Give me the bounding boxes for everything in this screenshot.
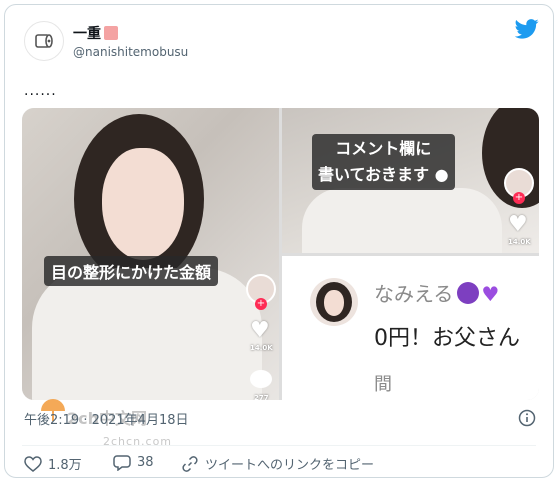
like-button[interactable]: 1.8万 bbox=[24, 454, 82, 473]
sweater-shape bbox=[32, 268, 262, 400]
handle[interactable]: @nanishitemobusu bbox=[73, 45, 188, 59]
tiktok-heart-icon: ♥ bbox=[508, 212, 528, 237]
devil-emoji-icon bbox=[457, 282, 480, 304]
face-shape bbox=[102, 148, 184, 260]
copy-link-label: ツイートへのリンクをコピー bbox=[205, 458, 375, 473]
tiktok-comment-icon bbox=[250, 370, 272, 388]
heart-icon bbox=[24, 455, 42, 472]
watermark-site: 2chcn.com bbox=[103, 435, 173, 448]
tiktok-heart-icon: ♥ bbox=[250, 318, 270, 343]
media-photo-right-bottom[interactable]: なみえる ♥ 0円！お父さん 間 bbox=[282, 256, 539, 400]
media-photo-left[interactable]: 目の整形にかけた金額 + ♥ 14.0K 277 bbox=[22, 108, 279, 400]
tiktok-follow-icon: + bbox=[255, 298, 267, 310]
divider bbox=[22, 445, 536, 446]
comment-more: 間 bbox=[374, 374, 392, 395]
info-icon[interactable] bbox=[518, 409, 536, 427]
media-photo-right-top[interactable]: コメント欄に 書いておきます ● + ♥ 14.0K bbox=[282, 108, 539, 253]
purple-heart-icon: ♥ bbox=[481, 282, 500, 306]
caption-right: コメント欄に 書いておきます ● bbox=[312, 134, 455, 190]
toilet-paper-icon bbox=[35, 34, 53, 48]
tiktok-follow-icon: + bbox=[513, 192, 525, 204]
face-shape bbox=[324, 290, 344, 316]
timestamp[interactable]: 午後2:19 · 2021年4月18日 bbox=[24, 409, 189, 428]
display-name[interactable]: 一重 bbox=[73, 23, 118, 43]
link-icon bbox=[182, 455, 198, 472]
reply-button[interactable]: 38 bbox=[113, 454, 154, 471]
twitter-bird-icon[interactable] bbox=[515, 19, 539, 39]
tiktok-like-count: 14.0K bbox=[250, 344, 273, 352]
reply-count: 38 bbox=[137, 455, 154, 470]
tweet-card: 一重 @nanishitemobusu ...... 目の整形にかけた金額 + … bbox=[4, 4, 554, 478]
tiktok-like-count: 14.0K bbox=[508, 238, 531, 246]
reply-icon bbox=[113, 455, 131, 471]
sweater-shape bbox=[302, 188, 502, 253]
person-emoji-icon bbox=[104, 26, 118, 40]
comment-avatar bbox=[310, 278, 358, 326]
like-count: 1.8万 bbox=[48, 458, 82, 473]
tweet-text: ...... bbox=[24, 83, 57, 99]
copy-link-button[interactable]: ツイートへのリンクをコピー bbox=[181, 454, 374, 473]
comment-text: 0円！お父さん bbox=[374, 326, 520, 351]
tiktok-comment-count: 277 bbox=[254, 394, 269, 400]
caption-left: 目の整形にかけた金額 bbox=[44, 256, 219, 286]
media-grid[interactable]: 目の整形にかけた金額 + ♥ 14.0K 277 コメント欄に 書いておきます … bbox=[22, 108, 539, 400]
avatar[interactable] bbox=[24, 21, 64, 61]
eye-emoji-icon: ● bbox=[434, 165, 449, 184]
comment-user: なみえる ♥ bbox=[374, 282, 500, 306]
